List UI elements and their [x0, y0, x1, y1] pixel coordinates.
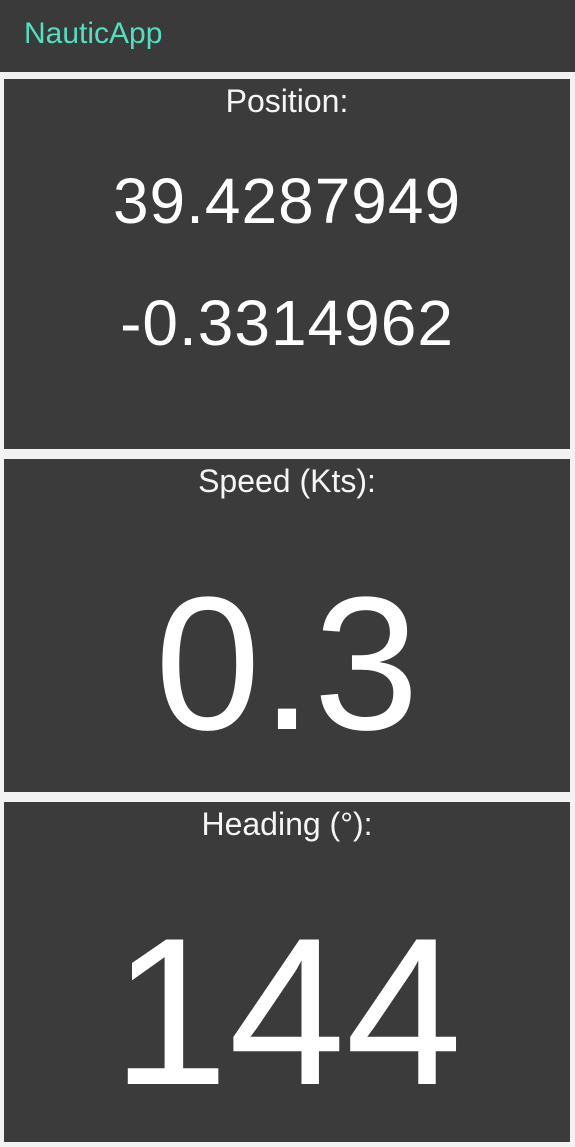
heading-value: 144: [111, 894, 463, 1129]
longitude-value: -0.3314962: [120, 287, 454, 359]
speed-label: Speed (Kts):: [198, 463, 376, 499]
app-title: NauticApp: [24, 17, 163, 50]
app-bar: NauticApp: [0, 0, 575, 72]
latitude-value: 39.4287949: [112, 165, 462, 237]
position-label: Position:: [225, 83, 349, 119]
position-panel: Position: 39.4287949 -0.3314962: [4, 79, 570, 449]
speed-panel: Speed (Kts): 0.3: [4, 459, 570, 792]
heading-panel: Heading (°): 144: [4, 802, 570, 1142]
heading-label: Heading (°):: [201, 806, 373, 842]
speed-value: 0.3: [154, 558, 420, 770]
